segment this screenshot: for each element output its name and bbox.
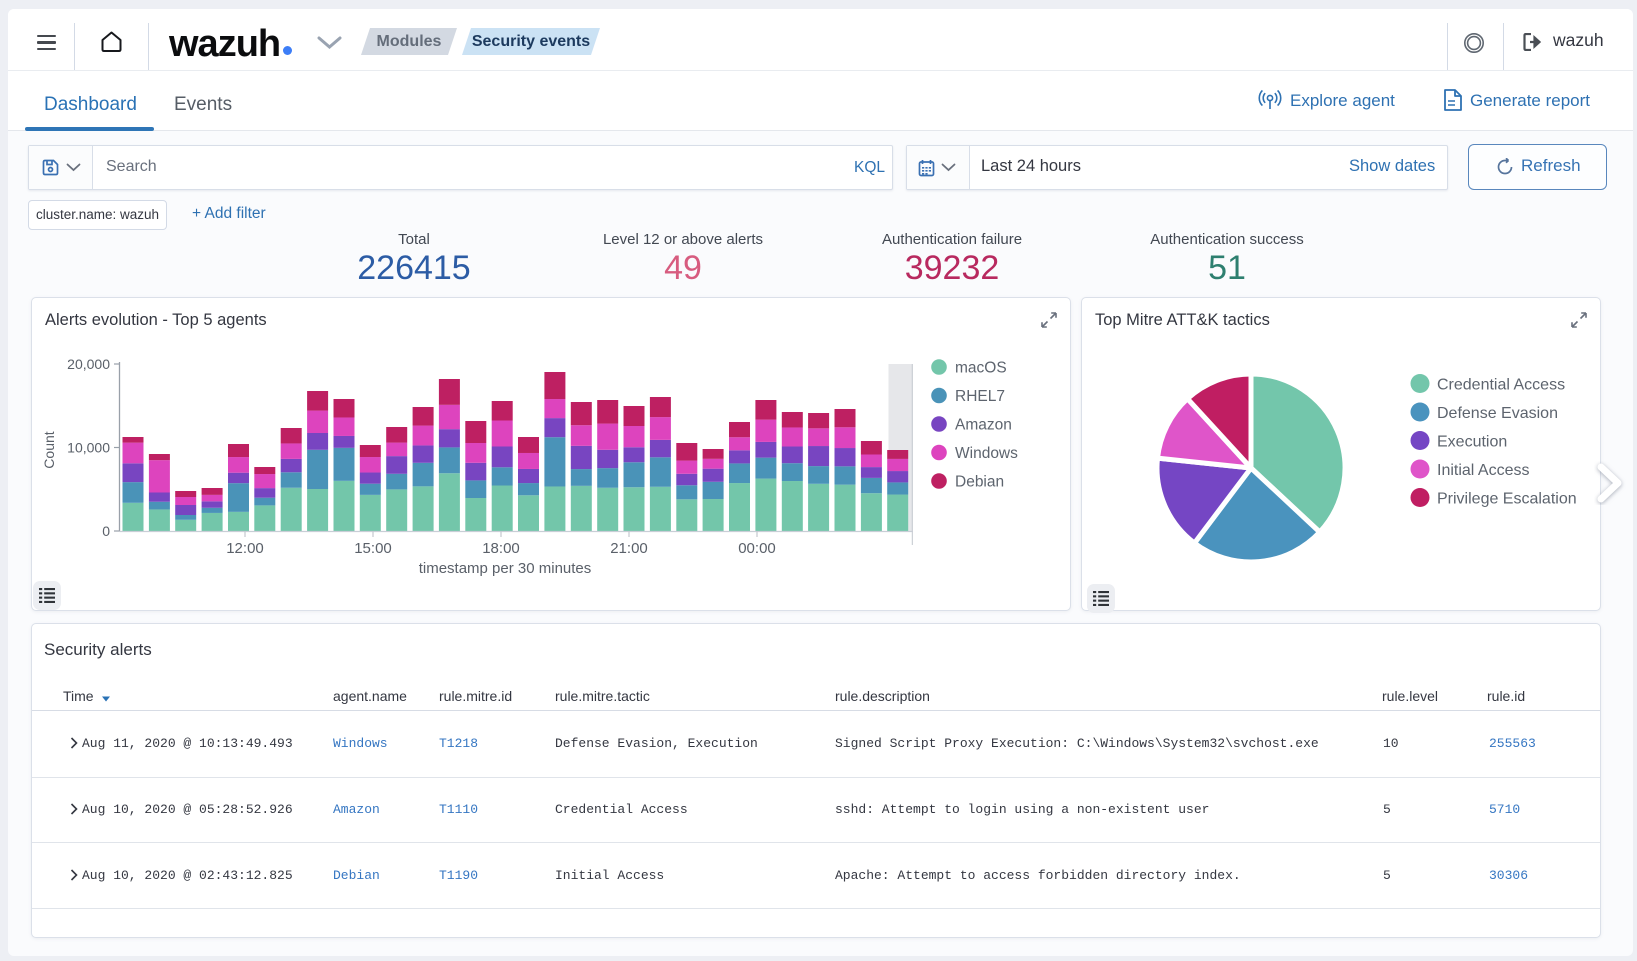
svg-text:macOS: macOS [955, 360, 1007, 377]
svg-text:Defense Evasion: Defense Evasion [1437, 405, 1558, 422]
svg-text:Windows: Windows [955, 445, 1018, 462]
svg-text:0: 0 [102, 523, 110, 539]
svg-text:18:00: 18:00 [482, 540, 520, 557]
svg-text:Initial Access: Initial Access [1437, 462, 1529, 479]
svg-text:Count: Count [41, 431, 57, 468]
svg-text:20,000: 20,000 [67, 356, 110, 372]
svg-text:Execution: Execution [1437, 434, 1507, 451]
svg-text:Credential Access: Credential Access [1437, 377, 1565, 394]
svg-text:timestamp per 30 minutes: timestamp per 30 minutes [419, 560, 592, 577]
svg-text:Amazon: Amazon [955, 417, 1012, 434]
svg-text:00:00: 00:00 [738, 540, 776, 557]
svg-text:Privilege Escalation: Privilege Escalation [1437, 491, 1577, 508]
svg-text:15:00: 15:00 [354, 540, 392, 557]
svg-text:12:00: 12:00 [226, 540, 264, 557]
svg-text:Debian: Debian [955, 474, 1004, 491]
svg-text:21:00: 21:00 [610, 540, 648, 557]
svg-text:10,000: 10,000 [67, 440, 110, 456]
svg-text:RHEL7: RHEL7 [955, 388, 1005, 405]
